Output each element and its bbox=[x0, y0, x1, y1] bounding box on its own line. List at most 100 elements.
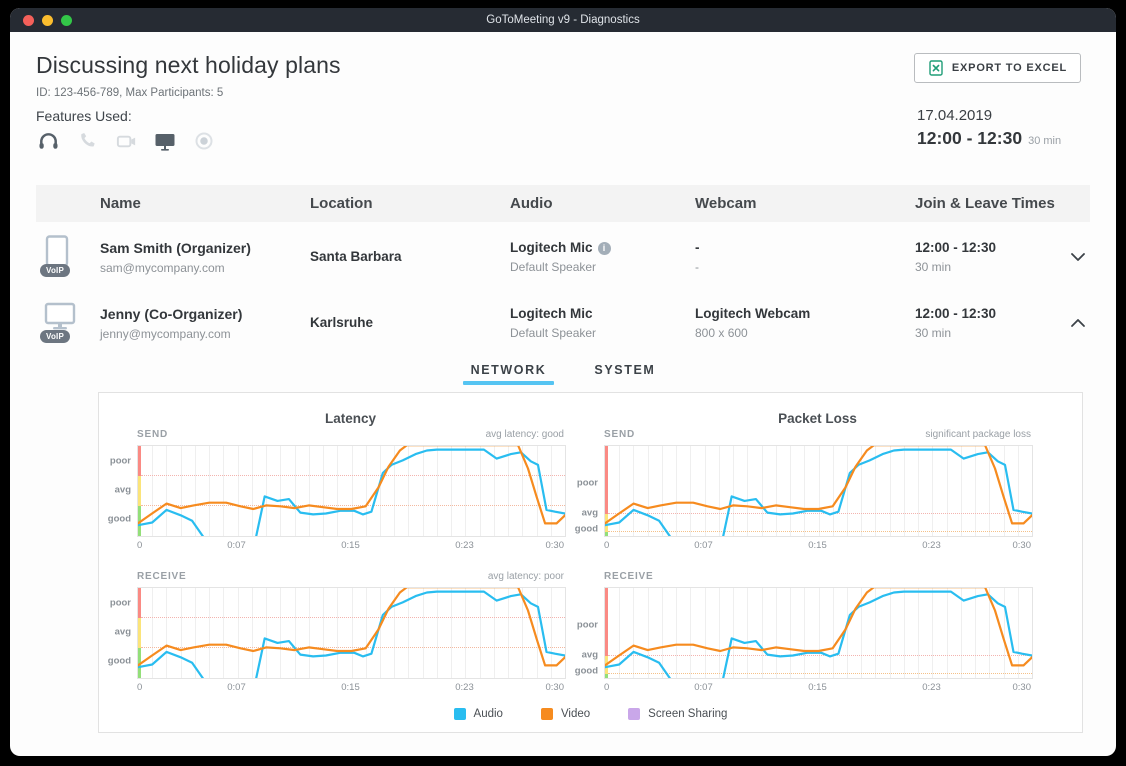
y-axis-labels: poor avg good bbox=[568, 445, 602, 535]
chart-panel-header: RECEIVE bbox=[604, 571, 1031, 582]
legend-item-video: Video bbox=[541, 708, 590, 720]
line-audio bbox=[605, 592, 1032, 678]
x-axis-labels: 00:070:150:230:30 bbox=[604, 540, 1031, 552]
page-title: Discussing next holiday plans bbox=[36, 52, 341, 79]
chevron-up-icon[interactable] bbox=[1066, 313, 1090, 333]
meeting-date: 17.04.2019 bbox=[917, 107, 1061, 124]
y-axis-label: avg bbox=[115, 485, 131, 496]
excel-icon bbox=[928, 60, 944, 76]
meeting-meta: ID: 123-456-789, Max Participants: 5 bbox=[36, 87, 223, 99]
x-axis-labels: 00:070:150:230:30 bbox=[137, 540, 564, 552]
audio-speaker: Default Speaker bbox=[510, 324, 695, 342]
headset-icon bbox=[36, 129, 60, 153]
chevron-down-icon[interactable] bbox=[1066, 247, 1090, 267]
chart-panel-header: RECEIVE avg latency: poor bbox=[137, 571, 564, 582]
x-axis-tick: 0:30 bbox=[546, 540, 565, 551]
meeting-datetime: 17.04.2019 12:00 - 12:3030 min bbox=[917, 107, 1061, 149]
x-axis-labels: 00:070:150:230:30 bbox=[137, 682, 564, 694]
legend-label: Screen Sharing bbox=[648, 708, 727, 720]
participant-name: Sam Smith (Organizer) bbox=[100, 238, 310, 259]
x-axis-tick: 0 bbox=[604, 540, 609, 551]
export-button-label: EXPORT TO EXCEL bbox=[952, 62, 1067, 74]
phone-icon bbox=[75, 129, 99, 153]
y-axis-labels: poor avg good bbox=[568, 587, 602, 677]
legend-label: Video bbox=[561, 708, 590, 720]
voip-device-icon: VoIP bbox=[44, 301, 84, 345]
x-axis-tick: 0:23 bbox=[455, 540, 474, 551]
y-axis-label: avg bbox=[115, 627, 131, 638]
y-axis-label: good bbox=[108, 655, 131, 666]
y-axis-labels: poor avg good bbox=[101, 587, 135, 677]
y-axis-labels: poor avg good bbox=[101, 445, 135, 535]
x-axis-tick: 0:15 bbox=[808, 682, 827, 693]
meeting-duration: 30 min bbox=[1028, 135, 1061, 147]
screen-share-icon bbox=[153, 129, 177, 153]
line-audio bbox=[605, 450, 1032, 536]
x-axis-tick: 0:15 bbox=[808, 540, 827, 551]
y-axis-label: poor bbox=[577, 477, 598, 488]
x-axis-tick: 0:30 bbox=[1013, 682, 1032, 693]
y-axis-label: good bbox=[108, 513, 131, 524]
legend-item-audio: Audio bbox=[454, 708, 503, 720]
audio-device: Logitech Mic bbox=[510, 304, 695, 324]
network-charts-panel: LatencySENDavg latency: goodpooravggood0… bbox=[98, 392, 1083, 733]
column-audio: Audio bbox=[510, 195, 695, 212]
chart-annotation: avg latency: poor bbox=[488, 571, 564, 582]
x-axis-tick: 0:30 bbox=[546, 682, 565, 693]
session-duration: 30 min bbox=[915, 324, 1065, 342]
column-join-leave: Join & Leave Times bbox=[915, 195, 1065, 212]
x-axis-tick: 0:15 bbox=[341, 682, 360, 693]
y-axis-label: good bbox=[575, 523, 598, 534]
chart-panel-header: SENDsignificant package loss bbox=[604, 429, 1031, 440]
legend-item-screen-sharing: Screen Sharing bbox=[628, 708, 727, 720]
legend-label: Audio bbox=[474, 708, 503, 720]
x-axis-tick: 0 bbox=[137, 540, 142, 551]
x-axis-tick: 0:07 bbox=[694, 540, 713, 551]
y-axis-label: poor bbox=[110, 598, 131, 609]
screen: GoToMeeting v9 - Diagnostics Discussing … bbox=[0, 0, 1126, 766]
direction-label: SEND bbox=[137, 429, 168, 440]
audio-device: Logitech Mic bbox=[510, 240, 593, 255]
participant-name: Jenny (Co-Organizer) bbox=[100, 304, 310, 325]
chart-plot-area bbox=[137, 445, 566, 537]
join-leave-time: 12:00 - 12:30 bbox=[915, 304, 1065, 324]
webcam-resolution: 800 x 600 bbox=[695, 324, 915, 342]
direction-label: SEND bbox=[604, 429, 635, 440]
line-audio bbox=[138, 450, 565, 536]
y-axis-label: good bbox=[575, 665, 598, 676]
participants-table-header: Name Location Audio Webcam Join & Leave … bbox=[36, 185, 1090, 222]
app-window: GoToMeeting v9 - Diagnostics Discussing … bbox=[10, 8, 1116, 756]
webcam-device: Logitech Webcam bbox=[695, 304, 915, 324]
webcam-resolution: - bbox=[695, 258, 915, 276]
audio-speaker: Default Speaker bbox=[510, 258, 695, 276]
x-axis-tick: 0:23 bbox=[922, 682, 941, 693]
window-title: GoToMeeting v9 - Diagnostics bbox=[10, 8, 1116, 32]
direction-label: RECEIVE bbox=[137, 571, 187, 582]
y-axis-label: avg bbox=[582, 508, 598, 519]
x-axis-tick: 0:30 bbox=[1013, 540, 1032, 551]
tab-network[interactable]: NETWORK bbox=[471, 363, 547, 385]
x-axis-tick: 0:15 bbox=[341, 540, 360, 551]
chart-legend: Audio Video Screen Sharing bbox=[99, 708, 1082, 720]
participant-email: jenny@mycompany.com bbox=[100, 325, 310, 343]
tab-system[interactable]: SYSTEM bbox=[594, 363, 655, 385]
voip-badge: VoIP bbox=[40, 264, 70, 277]
chart-plot-area bbox=[604, 445, 1033, 537]
webcam-device: - bbox=[695, 238, 915, 258]
legend-swatch bbox=[454, 708, 466, 720]
y-axis-label: poor bbox=[577, 619, 598, 630]
participant-location: Santa Barbara bbox=[310, 247, 510, 267]
webcam-icon bbox=[114, 129, 138, 153]
legend-swatch bbox=[628, 708, 640, 720]
voip-badge: VoIP bbox=[40, 330, 70, 343]
column-name: Name bbox=[100, 195, 310, 212]
features-used-label: Features Used: bbox=[36, 108, 132, 124]
chart-plot-area bbox=[137, 587, 566, 679]
participant-location: Karlsruhe bbox=[310, 313, 510, 333]
direction-label: RECEIVE bbox=[604, 571, 654, 582]
y-axis-label: avg bbox=[582, 650, 598, 661]
line-audio bbox=[138, 592, 565, 678]
export-to-excel-button[interactable]: EXPORT TO EXCEL bbox=[914, 53, 1081, 83]
y-axis-label: poor bbox=[110, 456, 131, 467]
info-icon[interactable]: i bbox=[598, 242, 611, 255]
